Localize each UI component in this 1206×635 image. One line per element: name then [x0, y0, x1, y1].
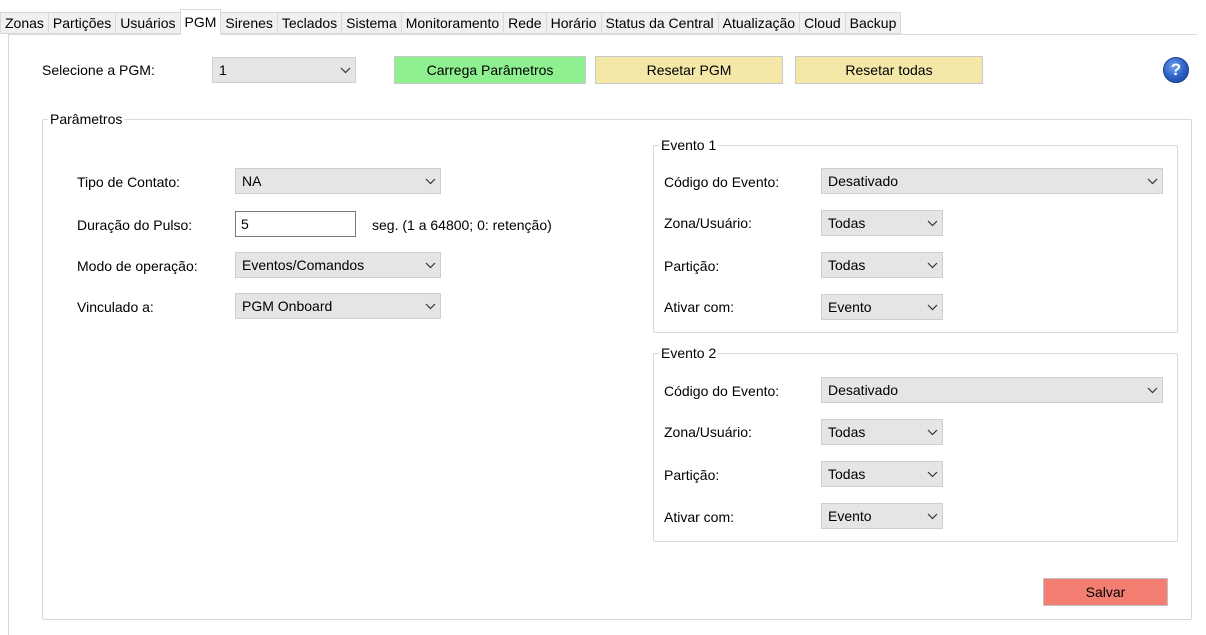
chevron-down-icon: [922, 211, 942, 235]
event2-legend: Evento 2: [661, 345, 717, 361]
chevron-down-icon: [922, 420, 942, 444]
chevron-down-icon: [420, 253, 440, 277]
event1-activate-value: Evento: [828, 299, 872, 315]
event2-zone-value: Todas: [828, 424, 866, 440]
pulse-duration-hint: seg. (1 a 64800; 0: retenção): [372, 217, 552, 233]
event2-code-label: Código do Evento:: [664, 383, 780, 399]
event2-zone-label: Zona/Usuário:: [664, 424, 752, 440]
event2-activate-value: Evento: [828, 508, 872, 524]
reset-all-button[interactable]: Resetar todas: [795, 56, 983, 84]
event1-code-label: Código do Evento:: [664, 174, 780, 190]
chevron-down-icon: [922, 253, 942, 277]
tab-zonas[interactable]: Zonas: [0, 12, 48, 34]
event2-code-select[interactable]: Desativado: [821, 377, 1163, 403]
chevron-down-icon: [1142, 169, 1162, 193]
event2-partition-value: Todas: [828, 466, 866, 482]
tab-sirenes[interactable]: Sirenes: [221, 12, 277, 34]
operation-mode-value: Eventos/Comandos: [242, 257, 365, 273]
event1-code-value: Desativado: [828, 173, 899, 189]
tab-atualizacao[interactable]: Atualização: [717, 12, 800, 34]
operation-mode-label: Modo de operação:: [77, 258, 198, 274]
chevron-down-icon: [420, 294, 440, 318]
reset-pgm-button[interactable]: Resetar PGM: [595, 56, 783, 84]
event2-partition-label: Partição:: [664, 467, 720, 483]
pulse-duration-input[interactable]: 5: [235, 211, 356, 237]
event2-zone-select[interactable]: Todas: [821, 419, 943, 445]
event1-activate-select[interactable]: Evento: [821, 294, 943, 320]
tab-teclados[interactable]: Teclados: [276, 12, 342, 34]
tab-monitoramento[interactable]: Monitoramento: [400, 12, 504, 34]
pulse-duration-label: Duração do Pulso:: [77, 217, 193, 233]
help-icon[interactable]: ?: [1163, 57, 1189, 83]
event2-partition-select[interactable]: Todas: [821, 461, 943, 487]
chevron-down-icon: [922, 504, 942, 528]
contact-type-select[interactable]: NA: [235, 168, 441, 194]
tab-horario[interactable]: Horário: [545, 12, 601, 34]
event1-zone-value: Todas: [828, 215, 866, 231]
event1-zone-select[interactable]: Todas: [821, 210, 943, 236]
chevron-down-icon: [922, 295, 942, 319]
event1-code-select[interactable]: Desativado: [821, 168, 1163, 194]
select-pgm-label: Selecione a PGM:: [42, 62, 155, 78]
tab-sistema[interactable]: Sistema: [341, 12, 401, 34]
tab-status-da-central[interactable]: Status da Central: [600, 12, 718, 34]
parameters-legend: Parâmetros: [50, 111, 123, 127]
pgm-select-value: 1: [219, 62, 227, 78]
pgm-select[interactable]: 1: [212, 57, 356, 83]
event1-activate-label: Ativar com:: [664, 299, 735, 315]
save-button[interactable]: Salvar: [1043, 578, 1168, 606]
event1-zone-label: Zona/Usuário:: [664, 215, 752, 231]
chevron-down-icon: [1142, 378, 1162, 402]
event2-activate-select[interactable]: Evento: [821, 503, 943, 529]
tab-pgm[interactable]: PGM: [179, 9, 222, 35]
linked-to-label: Vinculado a:: [77, 299, 154, 315]
event1-partition-value: Todas: [828, 257, 866, 273]
linked-to-value: PGM Onboard: [242, 298, 333, 314]
contact-type-label: Tipo de Contato:: [77, 174, 180, 190]
contact-type-value: NA: [242, 173, 262, 189]
tab-strip: Zonas Partições Usuários PGM Sirenes Tec…: [0, 9, 902, 35]
tab-usuarios[interactable]: Usuários: [115, 12, 180, 34]
tab-particoes[interactable]: Partições: [47, 12, 116, 34]
chevron-down-icon: [420, 169, 440, 193]
event2-code-value: Desativado: [828, 382, 899, 398]
tab-cloud[interactable]: Cloud: [799, 12, 845, 34]
event1-partition-label: Partição:: [664, 258, 720, 274]
chevron-down-icon: [922, 462, 942, 486]
chevron-down-icon: [335, 58, 355, 82]
linked-to-select[interactable]: PGM Onboard: [235, 293, 441, 319]
tab-backup[interactable]: Backup: [844, 12, 902, 34]
event1-partition-select[interactable]: Todas: [821, 252, 943, 278]
event2-activate-label: Ativar com:: [664, 509, 735, 525]
operation-mode-select[interactable]: Eventos/Comandos: [235, 252, 441, 278]
load-parameters-button[interactable]: Carrega Parâmetros: [394, 56, 586, 84]
event1-legend: Evento 1: [661, 137, 717, 153]
tab-rede[interactable]: Rede: [503, 12, 546, 34]
